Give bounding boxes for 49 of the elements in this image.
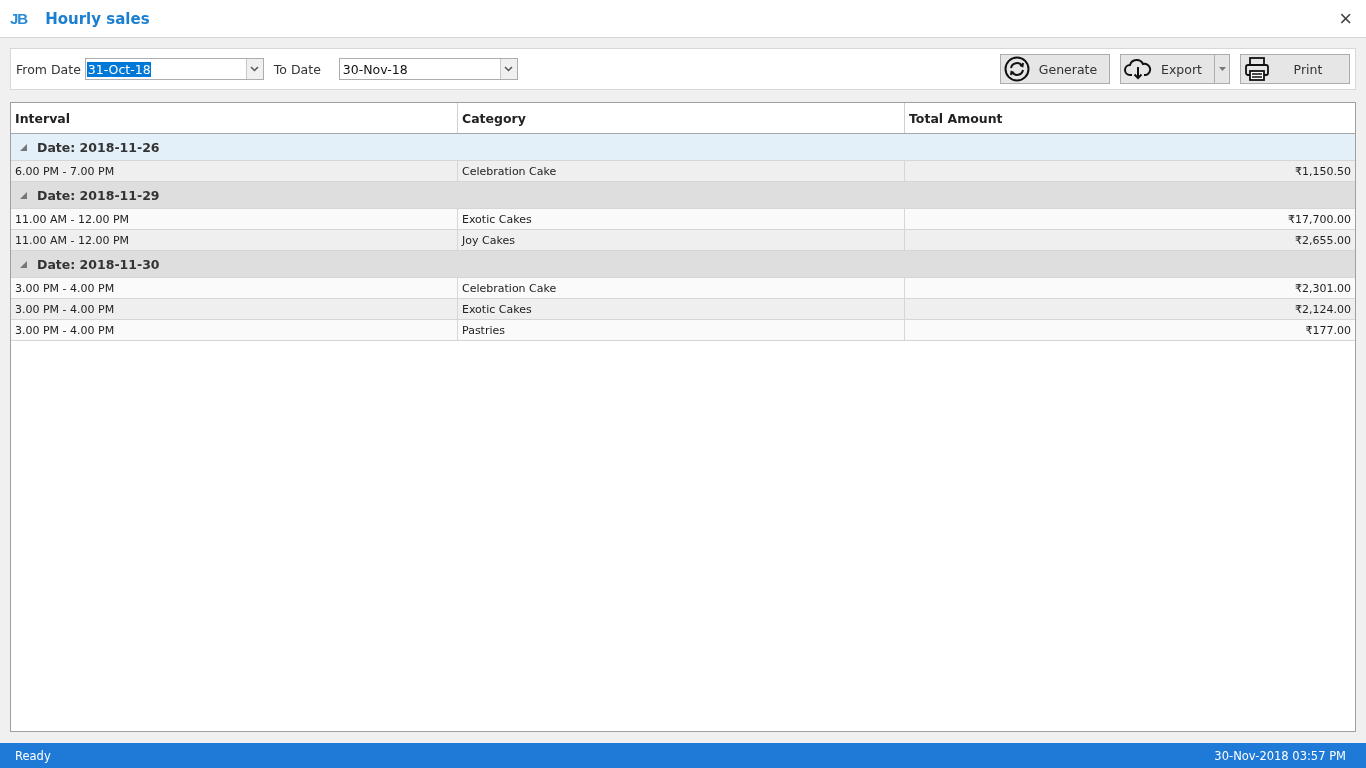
chevron-down-icon [504, 66, 514, 72]
expander-icon [20, 143, 27, 151]
table-cell: 3.00 PM - 4.00 PM [11, 299, 458, 319]
group-row[interactable]: Date: 2018-11-26 [11, 134, 1355, 161]
expander-icon [20, 191, 27, 199]
group-label: Date: 2018-11-30 [37, 256, 160, 272]
group-row[interactable]: Date: 2018-11-30 [11, 251, 1355, 278]
date-label: To Date [273, 61, 321, 77]
chevron-down-icon [250, 66, 260, 72]
export-dropdown-button[interactable] [1214, 54, 1230, 84]
date-field[interactable]: 30-Nov-18 [338, 58, 518, 80]
date-field[interactable]: 31-Oct-18 [84, 58, 264, 80]
generate-button[interactable]: Generate [1000, 54, 1110, 84]
status-datetime: 30-Nov-2018 03:57 PM [1214, 748, 1346, 763]
table-cell: Celebration Cake [458, 278, 905, 298]
table-cell: 11.00 AM - 12.00 PM [11, 209, 458, 229]
table-cell: Pastries [458, 320, 905, 340]
print-button[interactable]: Print [1240, 54, 1350, 84]
window-title: Hourly sales [45, 9, 150, 28]
status-text: Ready [15, 748, 51, 763]
table-cell-text: ₹17,700.00 [1287, 211, 1352, 228]
expander-icon [20, 260, 27, 268]
table-cell-text: ₹177.00 [1304, 322, 1352, 339]
printer-icon [1244, 56, 1270, 82]
table-cell: Exotic Cakes [458, 209, 905, 229]
date-label: From Date [16, 61, 81, 77]
group-label: Date: 2018-11-29 [37, 187, 160, 203]
table-cell: Celebration Cake [458, 161, 905, 181]
table-cell: 11.00 AM - 12.00 PM [11, 230, 458, 250]
column-header[interactable]: Interval [11, 103, 458, 133]
table-cell: Joy Cakes [458, 230, 905, 250]
close-button[interactable]: × [1335, 7, 1356, 30]
table-cell-text: ₹2,124.00 [1294, 301, 1352, 318]
table-cell-text: ₹2,301.00 [1294, 280, 1352, 297]
table-cell: 3.00 PM - 4.00 PM [11, 278, 458, 298]
app-logo: JB [10, 10, 28, 27]
table-cell: 6.00 PM - 7.00 PM [11, 161, 458, 181]
column-header[interactable]: Category [458, 103, 905, 133]
caret-icon [1218, 67, 1226, 71]
export-button[interactable]: Export [1120, 54, 1214, 84]
table-cell: Exotic Cakes [458, 299, 905, 319]
table-cell-text: ₹1,150.50 [1294, 163, 1352, 180]
cloud-download-icon [1124, 58, 1152, 80]
table-cell: 3.00 PM - 4.00 PM [11, 320, 458, 340]
table-cell-text: ₹2,655.00 [1294, 232, 1352, 249]
column-header[interactable]: Total Amount [905, 103, 1355, 133]
refresh-icon [1004, 56, 1030, 82]
group-label: Date: 2018-11-26 [37, 139, 160, 155]
group-row[interactable]: Date: 2018-11-29 [11, 182, 1355, 209]
